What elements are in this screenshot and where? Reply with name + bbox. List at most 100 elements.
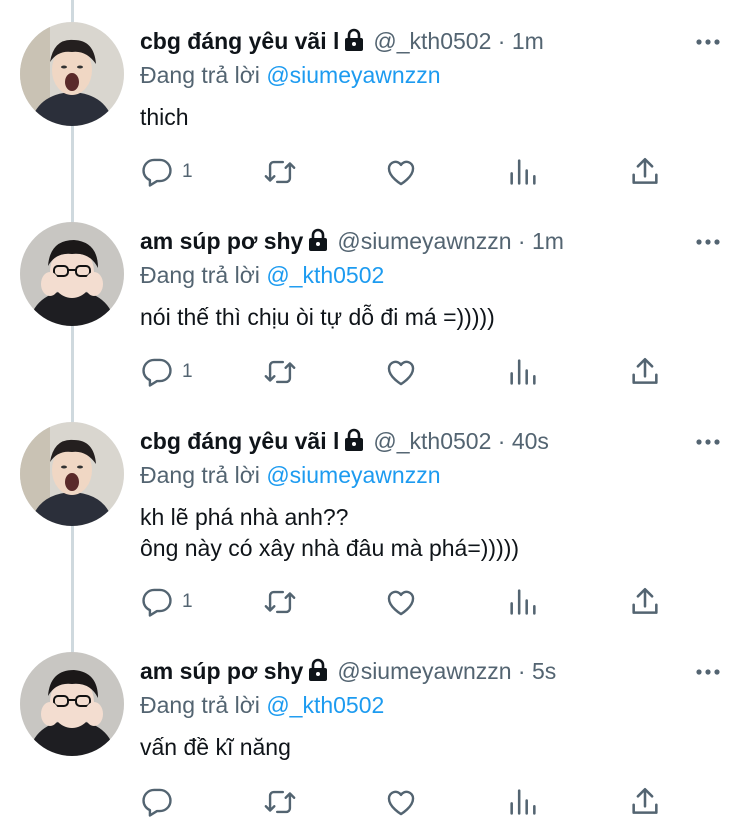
tweet-text: vấn đề kĩ năng bbox=[140, 732, 291, 763]
tweet-text: thich bbox=[140, 102, 189, 133]
analytics-icon bbox=[510, 789, 536, 815]
tweet-header: cbg đáng yêu vãi l @_kth0502 · 40s bbox=[140, 426, 549, 459]
tweet[interactable]: cbg đáng yêu vãi l @_kth0502 · 40s Đang t… bbox=[0, 400, 750, 630]
analytics-button[interactable] bbox=[506, 584, 540, 620]
analytics-button[interactable] bbox=[506, 354, 540, 390]
handle[interactable]: @siumeyawnzzn bbox=[337, 228, 511, 254]
action-bar bbox=[140, 784, 680, 820]
retweet-button[interactable] bbox=[262, 784, 298, 820]
reply-button[interactable]: 1 bbox=[140, 354, 193, 390]
tweet-header: am súp pơ shy @siumeyawnzzn · 5s bbox=[140, 656, 556, 689]
like-button[interactable] bbox=[384, 584, 418, 620]
replying-to: Đang trả lời @_kth0502 bbox=[140, 260, 384, 290]
analytics-icon bbox=[510, 589, 536, 615]
timestamp[interactable]: 1m bbox=[532, 228, 564, 254]
timestamp[interactable]: 5s bbox=[532, 658, 556, 684]
like-button[interactable] bbox=[384, 784, 418, 820]
tweet-text: nói thế thì chịu òi tự dỗ đi má =))))) bbox=[140, 302, 495, 333]
mention-link[interactable]: @_kth0502 bbox=[266, 262, 384, 288]
reply-count: 1 bbox=[182, 591, 193, 612]
share-icon bbox=[632, 787, 658, 814]
display-name[interactable]: am súp pơ shy bbox=[140, 658, 303, 684]
share-button[interactable] bbox=[628, 784, 662, 820]
avatar[interactable] bbox=[20, 422, 124, 526]
timestamp[interactable]: 40s bbox=[512, 428, 549, 454]
reply-button[interactable] bbox=[140, 784, 182, 820]
action-bar: 1 bbox=[140, 154, 680, 190]
action-bar: 1 bbox=[140, 354, 680, 390]
reply-icon bbox=[142, 588, 172, 617]
action-bar: 1 bbox=[140, 584, 680, 620]
lock-icon bbox=[307, 228, 329, 259]
display-name[interactable]: am súp pơ shy bbox=[140, 228, 303, 254]
display-name[interactable]: cbg đáng yêu vãi l bbox=[140, 28, 339, 54]
avatar-glasses bbox=[20, 652, 124, 756]
mention-link[interactable]: @siumeyawnzzn bbox=[266, 62, 440, 88]
retweet-icon bbox=[264, 790, 296, 814]
share-button[interactable] bbox=[628, 354, 662, 390]
analytics-icon bbox=[510, 359, 536, 385]
handle[interactable]: @_kth0502 bbox=[373, 28, 491, 54]
retweet-button[interactable] bbox=[262, 154, 298, 190]
avatar[interactable] bbox=[20, 22, 124, 126]
share-button[interactable] bbox=[628, 584, 662, 620]
reply-count: 1 bbox=[182, 161, 193, 182]
share-button[interactable] bbox=[628, 154, 662, 190]
retweet-icon bbox=[264, 360, 296, 384]
handle[interactable]: @_kth0502 bbox=[373, 428, 491, 454]
replying-to-label: Đang trả lời bbox=[140, 262, 267, 288]
replying-to-label: Đang trả lời bbox=[140, 692, 267, 718]
separator-dot: · bbox=[517, 228, 526, 254]
lock-icon bbox=[343, 428, 365, 459]
share-icon bbox=[632, 157, 658, 184]
replying-to: Đang trả lời @siumeyawnzzn bbox=[140, 60, 441, 90]
like-icon bbox=[387, 790, 415, 816]
reply-icon bbox=[142, 158, 172, 187]
replying-to-label: Đang trả lời bbox=[140, 62, 267, 88]
retweet-button[interactable] bbox=[262, 584, 298, 620]
separator-dot: · bbox=[497, 28, 506, 54]
tweet-text-line: thich bbox=[140, 104, 189, 130]
reply-icon bbox=[142, 788, 172, 817]
separator-dot: · bbox=[517, 658, 526, 684]
reply-button[interactable]: 1 bbox=[140, 584, 193, 620]
avatar[interactable] bbox=[20, 652, 124, 756]
like-icon bbox=[387, 590, 415, 616]
tweet-text: kh lẽ phá nhà anh?? ông này có xây nhà đ… bbox=[140, 502, 519, 564]
timestamp[interactable]: 1m bbox=[512, 28, 544, 54]
like-button[interactable] bbox=[384, 354, 418, 390]
avatar-shouting bbox=[20, 422, 124, 526]
retweet-icon bbox=[264, 590, 296, 614]
reply-button[interactable]: 1 bbox=[140, 154, 193, 190]
tweet[interactable]: am súp pơ shy @siumeyawnzzn · 5s Đang trả… bbox=[0, 630, 750, 828]
replying-to: Đang trả lời @_kth0502 bbox=[140, 690, 384, 720]
retweet-button[interactable] bbox=[262, 354, 298, 390]
tweet[interactable]: cbg đáng yêu vãi l @_kth0502 · 1m Đang tr… bbox=[0, 0, 750, 200]
tweet-text-line: ông này có xây nhà đâu mà phá=))))) bbox=[140, 535, 520, 561]
tweet-header: am súp pơ shy @siumeyawnzzn · 1m bbox=[140, 226, 564, 259]
mention-link[interactable]: @siumeyawnzzn bbox=[266, 462, 440, 488]
analytics-button[interactable] bbox=[506, 154, 540, 190]
more-icon[interactable] bbox=[694, 228, 722, 256]
analytics-button[interactable] bbox=[506, 784, 540, 820]
avatar[interactable] bbox=[20, 222, 124, 326]
tweet-text-line: vấn đề kĩ năng bbox=[140, 734, 291, 760]
more-icon[interactable] bbox=[694, 428, 722, 456]
handle[interactable]: @siumeyawnzzn bbox=[337, 658, 511, 684]
display-name[interactable]: cbg đáng yêu vãi l bbox=[140, 428, 339, 454]
reply-icon bbox=[142, 358, 172, 387]
more-icon[interactable] bbox=[694, 658, 722, 686]
tweet-text-line: kh lẽ phá nhà anh?? bbox=[140, 504, 349, 530]
tweet[interactable]: am súp pơ shy @siumeyawnzzn · 1m Đang trả… bbox=[0, 200, 750, 400]
mention-link[interactable]: @_kth0502 bbox=[266, 692, 384, 718]
share-icon bbox=[632, 357, 658, 384]
share-icon bbox=[632, 587, 658, 614]
replying-to-label: Đang trả lời bbox=[140, 462, 267, 488]
like-icon bbox=[387, 160, 415, 186]
analytics-icon bbox=[510, 159, 536, 185]
tweet-header: cbg đáng yêu vãi l @_kth0502 · 1m bbox=[140, 26, 544, 59]
like-button[interactable] bbox=[384, 154, 418, 190]
replying-to: Đang trả lời @siumeyawnzzn bbox=[140, 460, 441, 490]
separator-dot: · bbox=[497, 428, 506, 454]
more-icon[interactable] bbox=[694, 28, 722, 56]
